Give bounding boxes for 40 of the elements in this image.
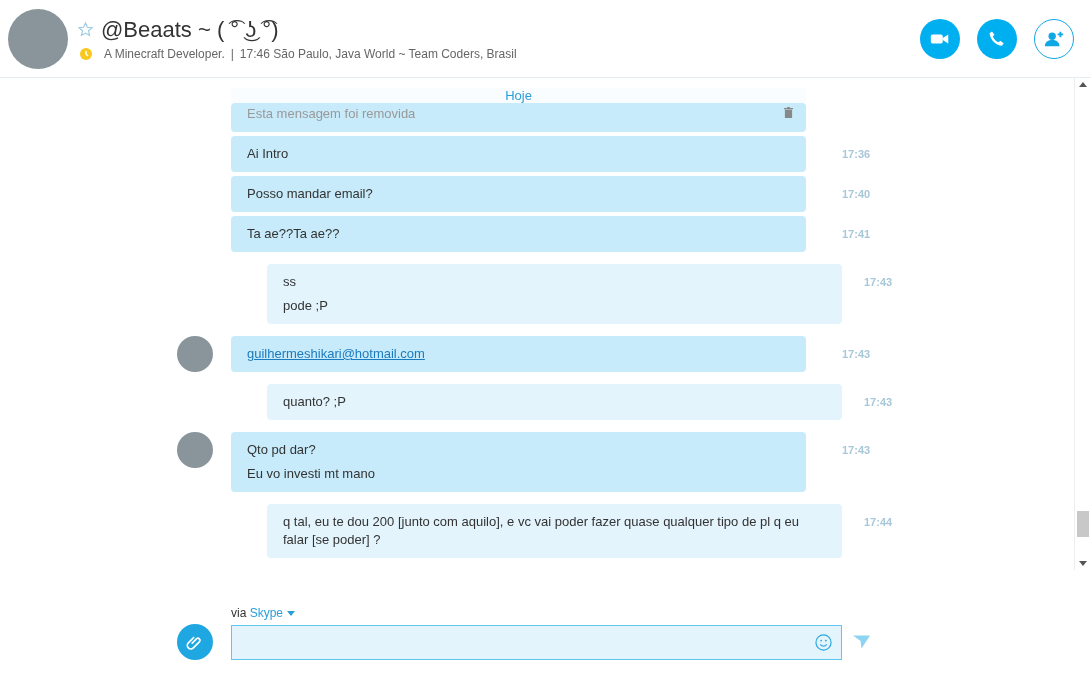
via-label: via: [231, 606, 247, 620]
scrollbar-thumb[interactable]: [1077, 511, 1089, 537]
message-text: Ai Intro: [247, 145, 289, 163]
message-time: 17:44: [864, 516, 893, 528]
message-text: Qto pd dar?: [247, 441, 316, 459]
emoticon-icon[interactable]: [815, 633, 832, 651]
message-time: 17:43: [864, 396, 893, 408]
clock-icon: [80, 47, 92, 60]
message-text: quanto? ;P: [283, 393, 346, 411]
add-contact-button[interactable]: [1034, 18, 1074, 59]
email-link[interactable]: guilhermeshikari@hotmail.com: [247, 345, 425, 363]
attach-file-button[interactable]: [177, 624, 213, 660]
message-time: 17:43: [842, 348, 871, 360]
message-text: q tal, eu te dou 200 [junto com aquilo], e vc vai poder fazer quase qualquer tipo de pl q eu falar [se poder] ?: [283, 513, 800, 549]
message-text: pode ;P: [283, 297, 328, 315]
message-time: 17:43: [842, 444, 871, 456]
trash-icon: [784, 107, 793, 118]
video-call-button[interactable]: [920, 18, 960, 59]
message-input-field[interactable]: [231, 624, 842, 660]
service-selector[interactable]: Skype: [249, 606, 284, 620]
message-time: 17:36: [842, 148, 871, 160]
contact-name: @Beaats ~ ( ͡° ͜ʖ ͡°): [101, 16, 279, 43]
message-text: Ta ae??Ta ae??: [247, 225, 340, 243]
message-time: 17:40: [842, 188, 871, 200]
removed-notice: Esta mensagem foi removida: [247, 105, 416, 123]
scrollbar[interactable]: [1074, 78, 1091, 570]
message-time: 17:41: [842, 228, 871, 240]
message-text: Posso mandar email?: [247, 185, 373, 203]
message-text: Eu vo investi mt mano: [247, 465, 375, 483]
mood-message: A Minecraft Developer.: [104, 46, 225, 61]
separator: |: [230, 46, 234, 61]
call-button[interactable]: [977, 18, 1017, 59]
scroll-down-icon[interactable]: [1079, 561, 1087, 566]
message-text: ss: [283, 273, 296, 291]
send-icon[interactable]: [853, 635, 870, 649]
scroll-up-icon[interactable]: [1079, 82, 1087, 87]
star-icon[interactable]: [78, 22, 93, 37]
local-time-location: 17:46 São Paulo, Java World ~ Team Coders, Brasil: [239, 46, 517, 61]
message-time: 17:43: [864, 276, 893, 288]
caret-icon[interactable]: [287, 611, 296, 617]
